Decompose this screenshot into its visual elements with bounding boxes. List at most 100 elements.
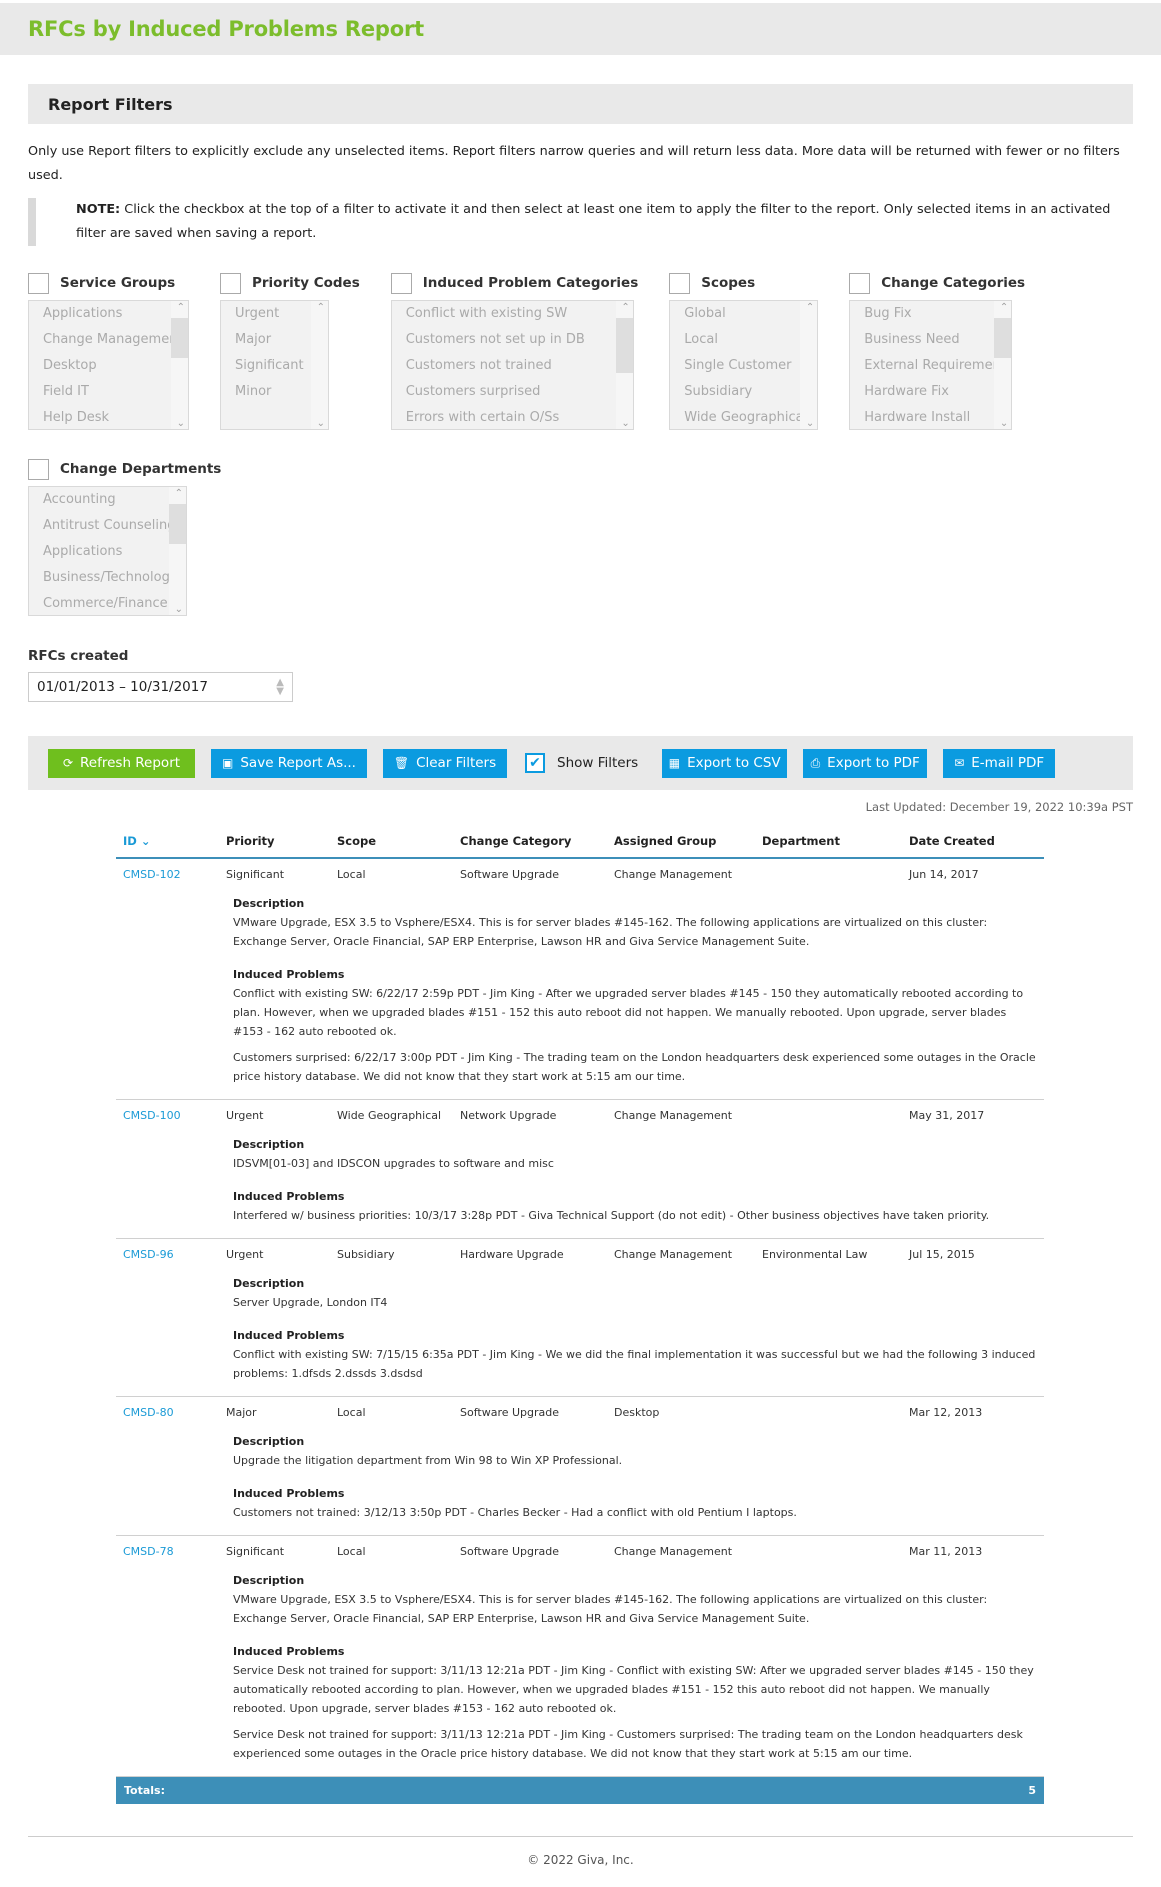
induced-problems-label: Induced Problems xyxy=(233,1329,345,1342)
filter-activate-checkbox[interactable] xyxy=(849,272,871,294)
scroll-up-icon[interactable]: ⌃ xyxy=(621,302,629,313)
filter-listbox[interactable]: Global Local Single Customer Subsidiary Wide… xyxy=(669,300,819,430)
listbox-scrollbar[interactable]: ⌃ ⌄ xyxy=(800,301,818,429)
column-header-date-created[interactable]: Date Created xyxy=(909,834,1044,848)
filter-option[interactable]: Errors with certain O/Ss xyxy=(392,405,633,429)
table-body: CMSD-102 Significant Local Software Upgrade… xyxy=(116,860,1044,1777)
filter-option[interactable]: Change Management xyxy=(29,327,188,353)
filter-listbox[interactable]: Urgent Major Significant Minor ⌃ ⌄ xyxy=(220,300,329,430)
export-pdf-button[interactable]: ⎙ Export to PDF xyxy=(803,748,928,778)
filter-option[interactable]: Local xyxy=(670,327,817,353)
filter-option[interactable]: Conflict with existing SW xyxy=(392,301,633,327)
scrollbar-thumb[interactable] xyxy=(171,318,188,358)
description-text: IDSVM[01-03] and IDSCON upgrades to soft… xyxy=(233,1157,554,1170)
filter-listbox[interactable]: Conflict with existing SW Customers not s… xyxy=(390,300,634,430)
rfc-id-link[interactable]: CMSD-80 xyxy=(116,1406,226,1419)
filter-option[interactable]: Business/Technology xyxy=(29,565,186,591)
sort-chevron-down-icon: ⌄ xyxy=(140,833,151,848)
filter-option[interactable]: Customers not set up in DB xyxy=(392,327,633,353)
clear-filters-button[interactable]: 🗑 Clear Filters xyxy=(383,748,507,778)
filter-listbox[interactable]: Applications Change Management Desktop Fiel… xyxy=(28,300,189,430)
filter-option[interactable]: Wide Geographical xyxy=(670,405,817,429)
filter-activate-checkbox[interactable] xyxy=(28,458,49,480)
column-header-department[interactable]: Department xyxy=(762,834,909,848)
filter-activate-checkbox[interactable] xyxy=(28,272,49,294)
filter-option[interactable]: Bug Fix xyxy=(850,301,1011,327)
scroll-down-icon[interactable]: ⌄ xyxy=(317,418,325,429)
filter-listbox[interactable]: Accounting Antitrust Counseling Applicatio… xyxy=(28,486,187,616)
scrollbar-thumb[interactable] xyxy=(169,504,186,544)
description-label: Description xyxy=(233,1435,305,1448)
table-row: CMSD-100 Urgent Wide Geographical Network U… xyxy=(116,1101,1044,1239)
show-filters-toggle[interactable]: ✔ Show Filters xyxy=(525,753,638,773)
scroll-up-icon[interactable]: ⌃ xyxy=(317,302,325,313)
export-csv-button[interactable]: ▦ Export to CSV xyxy=(662,748,788,778)
column-header-scope[interactable]: Scope xyxy=(337,834,460,848)
scroll-up-icon[interactable]: ⌃ xyxy=(175,488,183,499)
rfc-id-link[interactable]: CMSD-102 xyxy=(116,868,226,881)
refresh-report-button[interactable]: ⟳ Refresh Report xyxy=(48,748,195,778)
filter-activate-checkbox[interactable] xyxy=(220,272,241,294)
filter-activate-checkbox[interactable] xyxy=(669,272,691,294)
cell-assigned-group: Change Management xyxy=(614,867,733,881)
filter-option[interactable]: External Requirement xyxy=(850,353,1011,379)
listbox-scrollbar[interactable]: ⌃ ⌄ xyxy=(171,301,188,429)
rfc-id-link[interactable]: CMSD-96 xyxy=(116,1248,226,1261)
scrollbar-thumb[interactable] xyxy=(994,318,1012,358)
scroll-down-icon[interactable]: ⌄ xyxy=(621,418,629,429)
scroll-up-icon[interactable]: ⌃ xyxy=(177,302,185,313)
filter-activate-checkbox[interactable] xyxy=(390,272,412,294)
scroll-down-icon[interactable]: ⌄ xyxy=(177,418,185,429)
rfc-id-link[interactable]: CMSD-100 xyxy=(116,1109,226,1122)
description-text: Server Upgrade, London IT4 xyxy=(233,1296,388,1309)
scroll-down-icon[interactable]: ⌄ xyxy=(806,418,814,429)
filter-option[interactable]: Desktop xyxy=(29,353,188,379)
filter-option[interactable]: Commerce/Finance xyxy=(29,591,186,615)
email-pdf-button[interactable]: ✉ E-mail PDF xyxy=(943,748,1056,778)
column-header-change-category[interactable]: Change Category xyxy=(460,834,614,848)
filter-option[interactable]: Single Customer xyxy=(670,353,817,379)
scroll-up-icon[interactable]: ⌃ xyxy=(806,302,814,313)
refresh-icon: ⟳ xyxy=(62,756,74,770)
filter-option[interactable]: Hardware Install xyxy=(850,405,1011,429)
scroll-down-icon[interactable]: ⌄ xyxy=(175,604,183,615)
listbox-scrollbar[interactable]: ⌃ ⌄ xyxy=(615,301,633,429)
induced-problem-text: Customers surprised: 6/22/17 3:00p PDT -… xyxy=(233,1051,1036,1083)
filter-option[interactable]: Global xyxy=(670,301,817,327)
listbox-scrollbar[interactable]: ⌃ ⌄ xyxy=(994,301,1012,429)
filter-option[interactable]: Applications xyxy=(29,539,186,565)
scroll-up-icon[interactable]: ⌃ xyxy=(1000,302,1008,313)
listbox-scrollbar[interactable]: ⌃ ⌄ xyxy=(311,301,328,429)
filter-option[interactable]: Help Desk xyxy=(29,405,188,429)
filter-option[interactable]: Hardware Fix xyxy=(850,379,1011,405)
filter-listbox[interactable]: Bug Fix Business Need External Requirement… xyxy=(849,300,1013,430)
filter-option[interactable]: Customers surprised xyxy=(392,379,633,405)
induced-problem-text: Customers not trained: 3/12/13 3:50p PDT… xyxy=(233,1506,797,1519)
save-report-as-button[interactable]: ▣ Save Report As... xyxy=(211,748,367,778)
show-filters-checkbox[interactable]: ✔ xyxy=(525,753,545,773)
rfc-id-link[interactable]: CMSD-78 xyxy=(116,1545,226,1558)
date-range-value: 01/01/2013 – 10/31/2017 xyxy=(37,679,208,695)
cell-scope: Subsidiary xyxy=(337,1247,395,1261)
filter-option[interactable]: Business Need xyxy=(850,327,1011,353)
date-range-input[interactable]: 01/01/2013 – 10/31/2017 ▲ ▼ xyxy=(28,672,293,702)
listbox-scrollbar[interactable]: ⌃ ⌄ xyxy=(169,487,186,615)
spinner-icon[interactable]: ▲ ▼ xyxy=(276,678,284,697)
table-row: CMSD-102 Significant Local Software Upgrade… xyxy=(116,860,1044,1100)
footer-divider xyxy=(28,1836,1133,1837)
filter-option[interactable]: Subsidiary xyxy=(670,379,817,405)
filter-option[interactable]: Field IT xyxy=(29,379,188,405)
filter-option[interactable]: Customers not trained xyxy=(392,353,633,379)
cell-scope: Local xyxy=(337,867,366,881)
column-header-priority[interactable]: Priority xyxy=(226,834,337,848)
filter-header: Change Departments xyxy=(28,458,1102,480)
filter-panels: Service Groups Applications Change Managem… xyxy=(28,272,1133,644)
filter-option[interactable]: Applications xyxy=(29,301,188,327)
scrollbar-thumb[interactable] xyxy=(615,318,633,373)
filter-option[interactable]: Accounting xyxy=(29,487,186,513)
scroll-down-icon[interactable]: ⌄ xyxy=(1000,418,1008,429)
cell-change-category: Software Upgrade xyxy=(460,1544,560,1558)
column-header-assigned-group[interactable]: Assigned Group xyxy=(614,834,762,848)
column-header-id[interactable]: ID ⌄ xyxy=(116,834,226,848)
filter-option[interactable]: Antitrust Counseling xyxy=(29,513,186,539)
